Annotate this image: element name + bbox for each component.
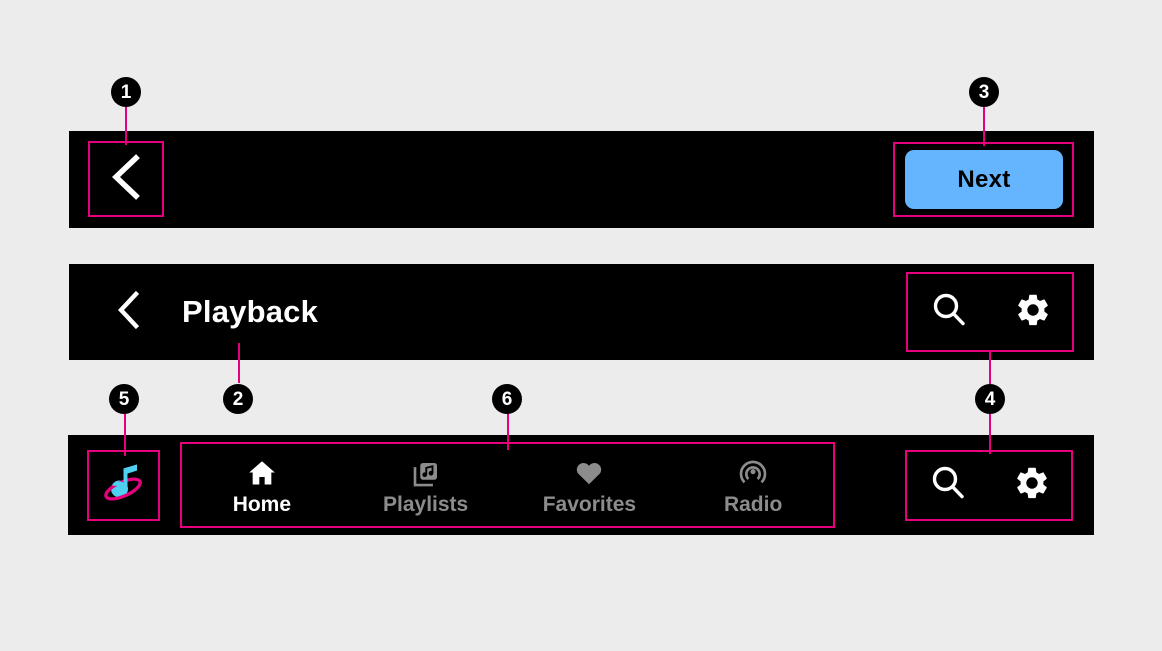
settings-button[interactable] xyxy=(1003,282,1063,342)
library-music-icon xyxy=(411,455,441,489)
nav-item-home[interactable]: Home xyxy=(180,442,344,528)
next-button-container: Next xyxy=(893,142,1075,217)
annotated-ui-canvas: Next Playback Home Playlists Favorites R… xyxy=(0,0,1162,651)
search-icon xyxy=(929,464,967,507)
chevron-left-icon xyxy=(115,290,143,334)
callout-badge-1: 1 xyxy=(111,77,141,107)
home-icon xyxy=(246,455,278,489)
nav-item-playlists[interactable]: Playlists xyxy=(344,442,508,528)
settings-button[interactable] xyxy=(1002,455,1062,515)
next-button[interactable]: Next xyxy=(905,150,1063,209)
nav-item-radio[interactable]: Radio xyxy=(671,442,835,528)
back-button[interactable] xyxy=(88,142,164,217)
header-back-button[interactable] xyxy=(109,290,149,334)
gear-icon xyxy=(1013,464,1051,507)
callout-badge-5: 5 xyxy=(109,384,139,414)
nav-item-group: Home Playlists Favorites Radio xyxy=(180,442,835,528)
header-action-group xyxy=(907,272,1075,352)
heart-icon xyxy=(573,455,605,489)
search-icon xyxy=(930,291,968,334)
bottom-navigation-bar: Home Playlists Favorites Radio xyxy=(68,435,1094,535)
callout-badge-4: 4 xyxy=(975,384,1005,414)
nav-label: Radio xyxy=(723,493,783,516)
music-note-orbit-logo xyxy=(96,456,150,515)
nav-label: Favorites xyxy=(542,493,637,516)
page-title: Playback xyxy=(182,294,319,329)
search-button[interactable] xyxy=(919,282,979,342)
playback-header-bar: Playback xyxy=(69,264,1094,360)
callout-badge-3: 3 xyxy=(969,77,999,107)
search-button[interactable] xyxy=(918,455,978,515)
bottom-action-group xyxy=(906,450,1074,520)
brand-logo-button[interactable] xyxy=(87,450,159,521)
gear-icon xyxy=(1014,291,1052,334)
nav-item-favorites[interactable]: Favorites xyxy=(508,442,672,528)
top-toolbar: Next xyxy=(69,131,1094,228)
nav-label: Home xyxy=(232,493,292,516)
chevron-left-icon xyxy=(106,153,146,206)
callout-badge-6: 6 xyxy=(492,384,522,414)
radio-waves-icon xyxy=(737,455,769,489)
callout-badge-2: 2 xyxy=(223,384,253,414)
nav-label: Playlists xyxy=(383,493,469,516)
